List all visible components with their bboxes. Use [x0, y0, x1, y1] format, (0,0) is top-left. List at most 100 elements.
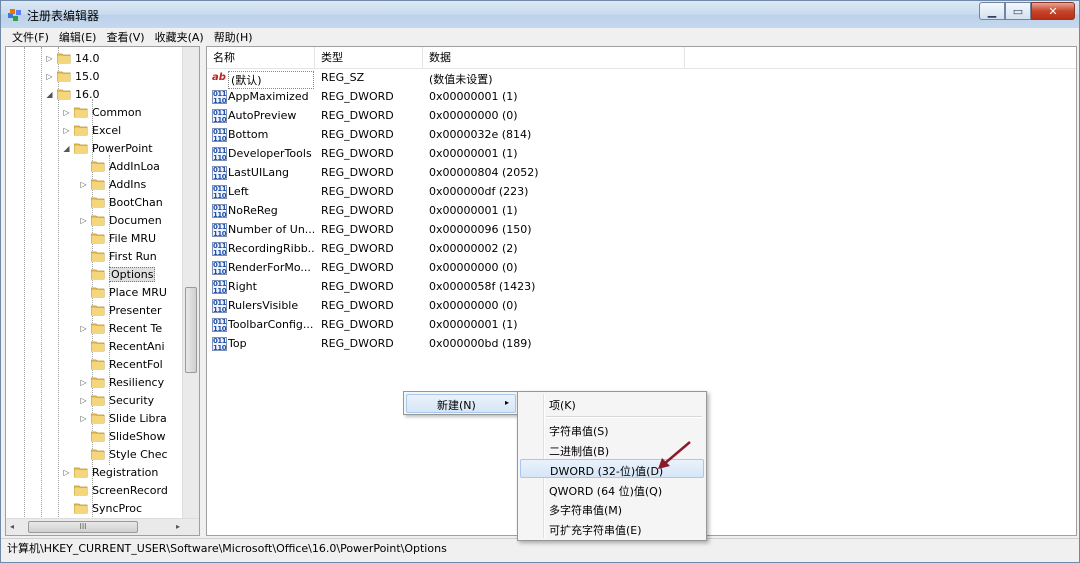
expand-toggle-icon[interactable]: ▷: [79, 396, 88, 405]
tree-item[interactable]: SlideShow: [79, 427, 166, 445]
list-row[interactable]: ab (默认) REG_SZ (数值未设置): [207, 69, 1076, 89]
value-data: 0x000000df (223): [429, 185, 529, 198]
minimize-button[interactable]: ▁: [979, 2, 1005, 20]
value-name: ToolbarConfig...: [228, 318, 314, 331]
value-type: REG_DWORD: [321, 337, 394, 350]
list-row[interactable]: 011 110 Top REG_DWORD 0x000000bd (189): [207, 335, 1076, 354]
tree-vertical-scroll-thumb[interactable]: [185, 287, 197, 373]
folder-icon: [57, 71, 71, 82]
tree-item-label: ScreenRecord: [92, 483, 168, 497]
tree-item[interactable]: Style Chec: [79, 445, 168, 463]
tree-item-label: Common: [92, 105, 142, 119]
scroll-left-arrow[interactable]: ◂: [10, 522, 14, 531]
tree-item[interactable]: First Run: [79, 247, 157, 265]
list-row[interactable]: 011 110 Left REG_DWORD 0x000000df (223): [207, 183, 1076, 202]
maximize-icon: ▭: [1012, 4, 1024, 18]
folder-icon: [74, 125, 88, 136]
menu-help[interactable]: 帮助(H): [209, 29, 258, 45]
expand-toggle-icon[interactable]: ▷: [45, 54, 54, 63]
tree-item[interactable]: ▷ AddIns: [79, 175, 146, 193]
dword-value-icon: 011 110: [212, 337, 227, 352]
menu-favorites[interactable]: 收藏夹(A): [150, 29, 209, 45]
maximize-button[interactable]: ▭: [1005, 2, 1031, 20]
tree-item[interactable]: ▷ Recent Te: [79, 319, 162, 337]
list-row[interactable]: 011 110 AutoPreview REG_DWORD 0x00000000 (0): [207, 107, 1076, 126]
list-row[interactable]: 011 110 DeveloperTools REG_DWORD 0x00000001 …: [207, 145, 1076, 164]
tree-item[interactable]: AddInLoa: [79, 157, 160, 175]
registry-key-tree[interactable]: ▷ 14.0 ▷ 15.0 ◢ 16.0 ▷ Common ▷ Excel ◢ PowerPoint A…: [5, 46, 200, 536]
annotation-arrow-icon: [658, 441, 691, 469]
expand-toggle-icon[interactable]: ▷: [62, 126, 71, 135]
column-header-data[interactable]: 数据: [423, 47, 685, 69]
tree-item[interactable]: ▷ Excel: [62, 121, 121, 139]
tree-item[interactable]: ▷ 15.0: [45, 67, 99, 85]
expand-toggle-icon[interactable]: ▷: [62, 108, 71, 117]
tree-horizontal-scrollbar[interactable]: ◂ III ▸: [6, 518, 199, 535]
list-row[interactable]: 011 110 Number of Un... REG_DWORD 0x00000096…: [207, 221, 1076, 240]
submenu-item-expandable-string-value[interactable]: 可扩充字符串值(E): [520, 519, 704, 538]
menu-view[interactable]: 查看(V): [101, 29, 149, 45]
tree-item[interactable]: ▷ Registration: [62, 463, 158, 481]
submenu-item-multi-string-value[interactable]: 多字符串值(M): [520, 499, 704, 518]
tree-item[interactable]: ▷ 14.0: [45, 49, 99, 67]
submenu-item-key[interactable]: 项(K): [520, 394, 704, 413]
tree-item[interactable]: Options: [79, 265, 156, 283]
list-row[interactable]: 011 110 Right REG_DWORD 0x0000058f (1423): [207, 278, 1076, 297]
tree-item[interactable]: ScreenRecord: [62, 481, 168, 499]
tree-horizontal-scroll-thumb[interactable]: III: [28, 521, 138, 533]
menu-edit[interactable]: 编辑(E): [54, 29, 102, 45]
dword-value-icon: 011 110: [212, 90, 227, 105]
column-header-name[interactable]: 名称: [207, 47, 315, 69]
tree-item[interactable]: File MRU: [79, 229, 156, 247]
tree-item[interactable]: SyncProc: [62, 499, 142, 517]
value-data: 0x000000bd (189): [429, 337, 532, 350]
list-row[interactable]: 011 110 RecordingRibb... REG_DWORD 0x0000000…: [207, 240, 1076, 259]
list-row[interactable]: 011 110 AppMaximized REG_DWORD 0x00000001 (1…: [207, 88, 1076, 107]
list-row[interactable]: 011 110 LastUILang REG_DWORD 0x00000804 (205…: [207, 164, 1076, 183]
expand-toggle-icon[interactable]: ▷: [79, 324, 88, 333]
value-name: RecordingRibb...: [228, 242, 314, 255]
tree-item[interactable]: BootChan: [79, 193, 163, 211]
expand-toggle-icon[interactable]: ▷: [79, 414, 88, 423]
tree-item[interactable]: RecentAni: [79, 337, 165, 355]
expand-toggle-icon[interactable]: ▷: [45, 72, 54, 81]
tree-item[interactable]: Presenter: [79, 301, 162, 319]
title-bar[interactable]: 注册表编辑器 ▁ ▭ ✕: [1, 1, 1079, 28]
tree-item[interactable]: ▷ Common: [62, 103, 142, 121]
tree-item[interactable]: ▷ Security: [79, 391, 154, 409]
tree-item[interactable]: RecentFol: [79, 355, 163, 373]
context-menu-new[interactable]: 新建(N) ▸: [406, 394, 516, 413]
list-row[interactable]: 011 110 ToolbarConfig... REG_DWORD 0x0000000…: [207, 316, 1076, 335]
tree-item[interactable]: ◢ 16.0: [45, 85, 99, 103]
expand-toggle-icon[interactable]: ◢: [45, 90, 54, 99]
expand-toggle-icon[interactable]: ▷: [79, 216, 88, 225]
scroll-right-arrow[interactable]: ▸: [176, 522, 180, 531]
tree-item[interactable]: ▷ Resiliency: [79, 373, 164, 391]
submenu-item-label: 多字符串值(M): [549, 504, 623, 517]
list-row[interactable]: 011 110 NoReReg REG_DWORD 0x00000001 (1): [207, 202, 1076, 221]
close-button[interactable]: ✕: [1031, 2, 1075, 20]
expand-toggle-icon[interactable]: ◢: [62, 144, 71, 153]
menu-file[interactable]: 文件(F): [7, 29, 54, 45]
value-name: (默认): [228, 71, 314, 89]
expand-toggle-icon[interactable]: ▷: [79, 180, 88, 189]
tree-item-label: AddIns: [109, 177, 147, 191]
tree-item[interactable]: ▷ Slide Libra: [79, 409, 166, 427]
expand-toggle-icon[interactable]: ▷: [79, 378, 88, 387]
value-type: REG_DWORD: [321, 280, 394, 293]
list-row[interactable]: 011 110 RulersVisible REG_DWORD 0x00000000 (…: [207, 297, 1076, 316]
expand-toggle-icon[interactable]: ▷: [62, 468, 71, 477]
tree-item[interactable]: Place MRU: [79, 283, 167, 301]
submenu-item-qword-value[interactable]: QWORD (64 位)值(Q): [520, 480, 704, 499]
list-row[interactable]: 011 110 RenderForMo... REG_DWORD 0x00000000 …: [207, 259, 1076, 278]
list-row[interactable]: 011 110 Bottom REG_DWORD 0x0000032e (814): [207, 126, 1076, 145]
column-header-type[interactable]: 类型: [315, 47, 423, 69]
tree-vertical-scrollbar[interactable]: [182, 47, 199, 519]
submenu-item-label: 二进制值(B): [549, 445, 610, 458]
status-bar-path: 计算机\HKEY_CURRENT_USER\Software\Microsoft…: [1, 538, 1079, 562]
folder-icon: [91, 251, 105, 262]
value-type: REG_DWORD: [321, 185, 394, 198]
tree-item[interactable]: ▷ Documen: [79, 211, 161, 229]
tree-item[interactable]: ◢ PowerPoint: [62, 139, 152, 157]
folder-icon: [57, 89, 71, 100]
